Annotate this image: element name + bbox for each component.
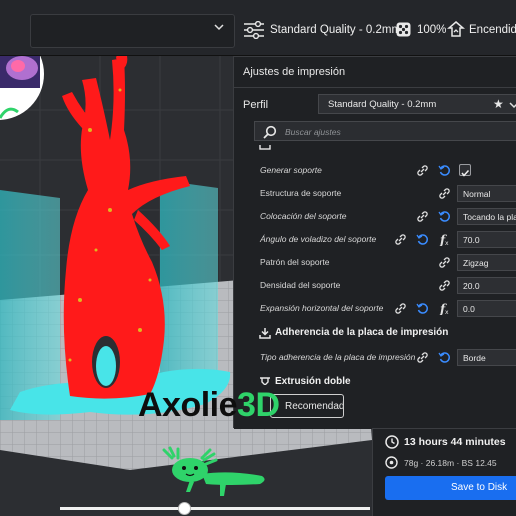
- link-icon[interactable]: [438, 256, 451, 269]
- setting-label: Generar soporte: [260, 165, 322, 175]
- watermark-text: Axolie3D: [138, 386, 280, 425]
- print-estimate-panel: 13 hours 44 minutes 78g · 26.18m · BS 12…: [372, 428, 516, 516]
- link-icon[interactable]: [438, 279, 451, 292]
- search-icon: [263, 125, 277, 139]
- adhesion-type-select[interactable]: Borde: [457, 349, 516, 366]
- print-settings-panel: Ajustes de impresión Perfil Standard Qua…: [233, 56, 516, 429]
- svg-text:x: x: [445, 309, 449, 315]
- link-icon[interactable]: [394, 302, 407, 315]
- setting-row[interactable]: Colocación del soporte Tocando la placa: [254, 205, 516, 228]
- setting-label: Densidad del soporte: [260, 280, 341, 290]
- watermark-accent: 3D: [237, 386, 280, 424]
- recommended-button[interactable]: Recomendado: [270, 394, 344, 418]
- setting-row[interactable]: Estructura de soporte Normal: [254, 182, 516, 205]
- print-quality-label[interactable]: Standard Quality - 0.2mm: [270, 24, 401, 36]
- profile-dropdown[interactable]: Standard Quality - 0.2mm ★: [318, 94, 516, 114]
- setting-row[interactable]: Expansión horizontal del soporte fx 0.0: [254, 297, 516, 320]
- star-icon[interactable]: ★: [493, 97, 504, 111]
- svg-text:x: x: [445, 240, 449, 246]
- function-icon[interactable]: fx: [438, 233, 451, 246]
- support-placement-select[interactable]: Tocando la placa: [457, 208, 516, 225]
- print-time-label: 13 hours 44 minutes: [404, 436, 506, 448]
- setting-label: Colocación del soporte: [260, 211, 347, 221]
- setting-row[interactable]: Generar soporte: [254, 159, 516, 182]
- setting-label: Patrón del soporte: [260, 257, 330, 267]
- link-icon[interactable]: [438, 187, 451, 200]
- profile-value: Standard Quality - 0.2mm: [328, 99, 437, 110]
- setting-row[interactable]: Tipo adherencia de la placa de impresión…: [254, 346, 516, 369]
- reset-icon[interactable]: [416, 302, 429, 315]
- search-input[interactable]: [285, 126, 505, 138]
- support-status-label[interactable]: Encendido: [469, 24, 516, 36]
- support-icon: [447, 21, 465, 37]
- layer-slider-handle[interactable]: [178, 502, 191, 515]
- sliders-icon: [244, 21, 264, 39]
- link-icon[interactable]: [416, 210, 429, 223]
- setting-row[interactable]: Ángulo de voladizo del soporte fx 70.0: [254, 228, 516, 251]
- check-icon: [461, 169, 470, 177]
- divider: [234, 87, 516, 88]
- generate-support-checkbox[interactable]: [459, 164, 471, 177]
- infill-label[interactable]: 100%: [417, 24, 446, 36]
- support-structure-select[interactable]: Normal: [457, 185, 516, 202]
- profile-label: Perfil: [243, 99, 269, 111]
- setting-row[interactable]: Patrón del soporte Zigzag: [254, 251, 516, 274]
- search-settings[interactable]: [254, 121, 516, 141]
- printer-selector[interactable]: [30, 14, 235, 48]
- panel-title: Ajustes de impresión: [243, 66, 346, 78]
- download-icon: [259, 328, 271, 339]
- support-horizontal-expansion-input[interactable]: 0.0: [457, 300, 516, 317]
- clock-icon: [385, 435, 399, 449]
- reset-icon[interactable]: [438, 164, 451, 177]
- watermark-main: Axolie: [138, 386, 238, 424]
- material-estimate-label: 78g · 26.18m · BS 12.45: [404, 458, 497, 468]
- support-category-icon: [259, 145, 271, 150]
- support-pillar: [160, 180, 218, 390]
- infill-icon: [396, 22, 411, 37]
- reset-icon[interactable]: [416, 233, 429, 246]
- category-adhesion[interactable]: Adherencia de la placa de impresión: [254, 322, 516, 344]
- function-icon[interactable]: fx: [438, 302, 451, 315]
- support-density-input[interactable]: 20.0: [457, 277, 516, 294]
- setting-label: Ángulo de voladizo del soporte: [260, 234, 377, 244]
- chevron-down-icon[interactable]: [509, 101, 516, 109]
- setting-label: Expansión horizontal del soporte: [260, 303, 384, 313]
- link-icon[interactable]: [416, 164, 429, 177]
- overhang-angle-input[interactable]: 70.0: [457, 231, 516, 248]
- spool-icon: [385, 456, 398, 469]
- reset-icon[interactable]: [438, 210, 451, 223]
- setting-label: Tipo adherencia de la placa de impresión: [260, 352, 416, 362]
- top-toolbar: Standard Quality - 0.2mm 100% Encendido: [0, 0, 516, 56]
- category-label: Adherencia de la placa de impresión: [275, 327, 449, 338]
- save-to-disk-button[interactable]: Save to Disk: [385, 476, 516, 500]
- support-pattern-select[interactable]: Zigzag: [457, 254, 516, 271]
- chevron-down-icon[interactable]: [214, 22, 224, 32]
- category-support[interactable]: [254, 145, 516, 155]
- setting-row[interactable]: Densidad del soporte 20.0: [254, 274, 516, 297]
- link-icon[interactable]: [416, 351, 429, 364]
- axolotl-logo-icon: [162, 446, 265, 496]
- layer-slider-track[interactable]: [60, 507, 370, 510]
- link-icon[interactable]: [394, 233, 407, 246]
- setting-label: Estructura de soporte: [260, 188, 342, 198]
- reset-icon[interactable]: [438, 351, 451, 364]
